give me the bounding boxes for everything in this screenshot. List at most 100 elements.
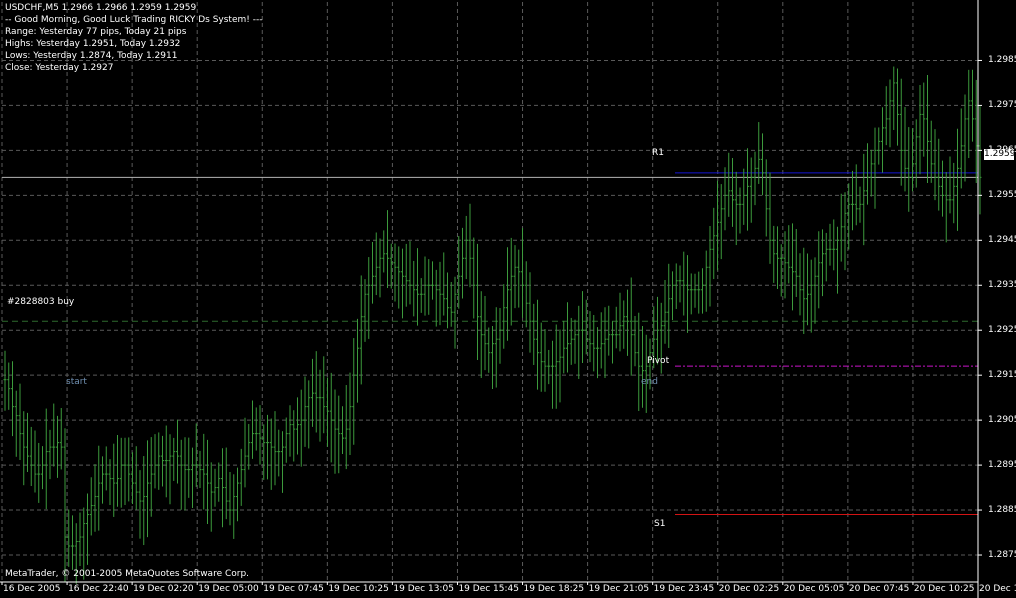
ohlc-bar [71, 515, 74, 570]
ohlc-bar [11, 361, 14, 437]
ohlc-bar [967, 69, 971, 159]
ohlc-bar [86, 493, 89, 565]
ohlc-bar [157, 432, 161, 490]
ohlc-bar [187, 437, 191, 498]
ohlc-bar [236, 467, 239, 522]
ohlc-bar [378, 238, 382, 298]
ohlc-bar [959, 108, 963, 189]
ohlc-bar [153, 434, 157, 489]
ohlc-bar [78, 512, 82, 567]
ohlc-bar [772, 225, 776, 283]
ohlc-bar [213, 468, 217, 507]
ohlc-bar [678, 265, 682, 303]
ohlc-bar [907, 127, 911, 212]
close-info: Close: Yesterday 1.2927 [5, 63, 114, 73]
ohlc-bar [828, 223, 832, 266]
ohlc-bar [903, 107, 907, 192]
s1-label: S1 [654, 519, 666, 529]
ohlc-bar [142, 456, 146, 546]
ohlc-bar [933, 129, 937, 201]
ohlc-bar [127, 437, 131, 502]
ohlc-bar [363, 279, 367, 342]
ohlc-bar [716, 180, 719, 271]
ohlc-bar [412, 260, 416, 317]
ohlc-bar [644, 334, 648, 413]
y-tick-label: 1.2885 [988, 505, 1016, 516]
y-tick-label: 1.2945 [988, 235, 1016, 246]
ohlc-bar [67, 509, 71, 567]
ohlc-bar [438, 261, 442, 326]
ohlc-bar [787, 225, 791, 284]
copyright-text: MetaTrader, © 2001-2005 MetaQuotes Softw… [5, 569, 250, 579]
ohlc-bar [138, 470, 142, 539]
ohlc-bar [179, 439, 183, 510]
ohlc-bar [753, 151, 757, 206]
ohlc-bar [434, 269, 438, 327]
ohlc-bar [3, 350, 7, 411]
x-tick-label: 19 Dec 10:25 [328, 584, 389, 594]
ohlc-bar [112, 443, 116, 517]
ohlc-bar [569, 317, 573, 365]
x-tick-label: 19 Dec 13:05 [393, 584, 454, 594]
ohlc-bar [734, 171, 738, 246]
x-tick-label: 20 Dec 13:05 [979, 584, 1016, 594]
ohlc-bar [926, 74, 929, 183]
ohlc-bar [56, 415, 59, 478]
ohlc-bar [341, 406, 344, 454]
ohlc-bar [254, 407, 258, 451]
ohlc-bar [221, 448, 224, 528]
ohlc-bar [446, 272, 449, 329]
ohlc-bar [464, 215, 468, 280]
ohlc-bar [641, 325, 644, 408]
ohlc-bar [371, 242, 374, 304]
ohlc-bar [517, 249, 521, 308]
ohlc-bar [266, 414, 269, 480]
y-tick-label: 1.2935 [988, 280, 1016, 291]
symbol-info: USDCHF,M5 1.2966 1.2966 1.2959 1.2959 [5, 3, 197, 13]
ohlc-bar [292, 410, 296, 462]
ohlc-bar [626, 289, 629, 356]
ohlc-bar [146, 440, 149, 538]
x-tick-label: 20 Dec 07:45 [848, 584, 910, 594]
ohlc-bar [461, 227, 464, 299]
ohlc-bar [528, 272, 532, 353]
ohlc-bar [536, 299, 539, 390]
x-tick-label: 19 Dec 18:25 [523, 584, 585, 594]
ohlc-bar [239, 448, 243, 506]
ohlc-bar [26, 412, 29, 473]
ohlc-bar [948, 156, 952, 214]
ohlc-bar [813, 257, 817, 324]
ohlc-bar [453, 276, 457, 349]
ohlc-bar [937, 138, 941, 211]
ohlc-bar [892, 66, 896, 130]
ohlc-bar [952, 162, 956, 224]
y-tick-label: 1.2895 [988, 460, 1016, 471]
ohlc-bar [247, 423, 251, 470]
highs-info: Highs: Yesterday 1.2951, Today 1.2932 [5, 39, 181, 49]
ohlc-bar [697, 271, 701, 314]
ohlc-bar [727, 152, 731, 217]
ohlc-bar [442, 252, 446, 316]
ohlc-bar [704, 250, 708, 312]
ohlc-bar [723, 167, 727, 231]
x-tick-label: 20 Dec 10:25 [913, 584, 975, 594]
ohlc-bar [472, 237, 476, 319]
ohlc-bar [52, 403, 56, 467]
ohlc-bar [423, 256, 427, 316]
ohlc-bar [899, 78, 903, 186]
ohlc-bar [29, 426, 33, 486]
price-chart[interactable] [0, 0, 1016, 598]
ohlc-bar [764, 159, 768, 237]
chart-window[interactable]: USDCHF,M5 1.2966 1.2966 1.2959 1.2959 --… [0, 0, 1016, 598]
ohlc-bar [22, 411, 26, 486]
ohlc-bar [836, 226, 839, 294]
ohlc-bar [918, 85, 922, 175]
ohlc-bar [603, 307, 607, 378]
ohlc-bar [431, 261, 434, 300]
pivot-levels [2, 172, 978, 516]
ohlc-bar [719, 184, 723, 260]
ohlc-bar [746, 148, 749, 231]
grid [1, 2, 979, 582]
ohlc-bar [116, 435, 119, 507]
ohlc-bar [513, 245, 517, 309]
